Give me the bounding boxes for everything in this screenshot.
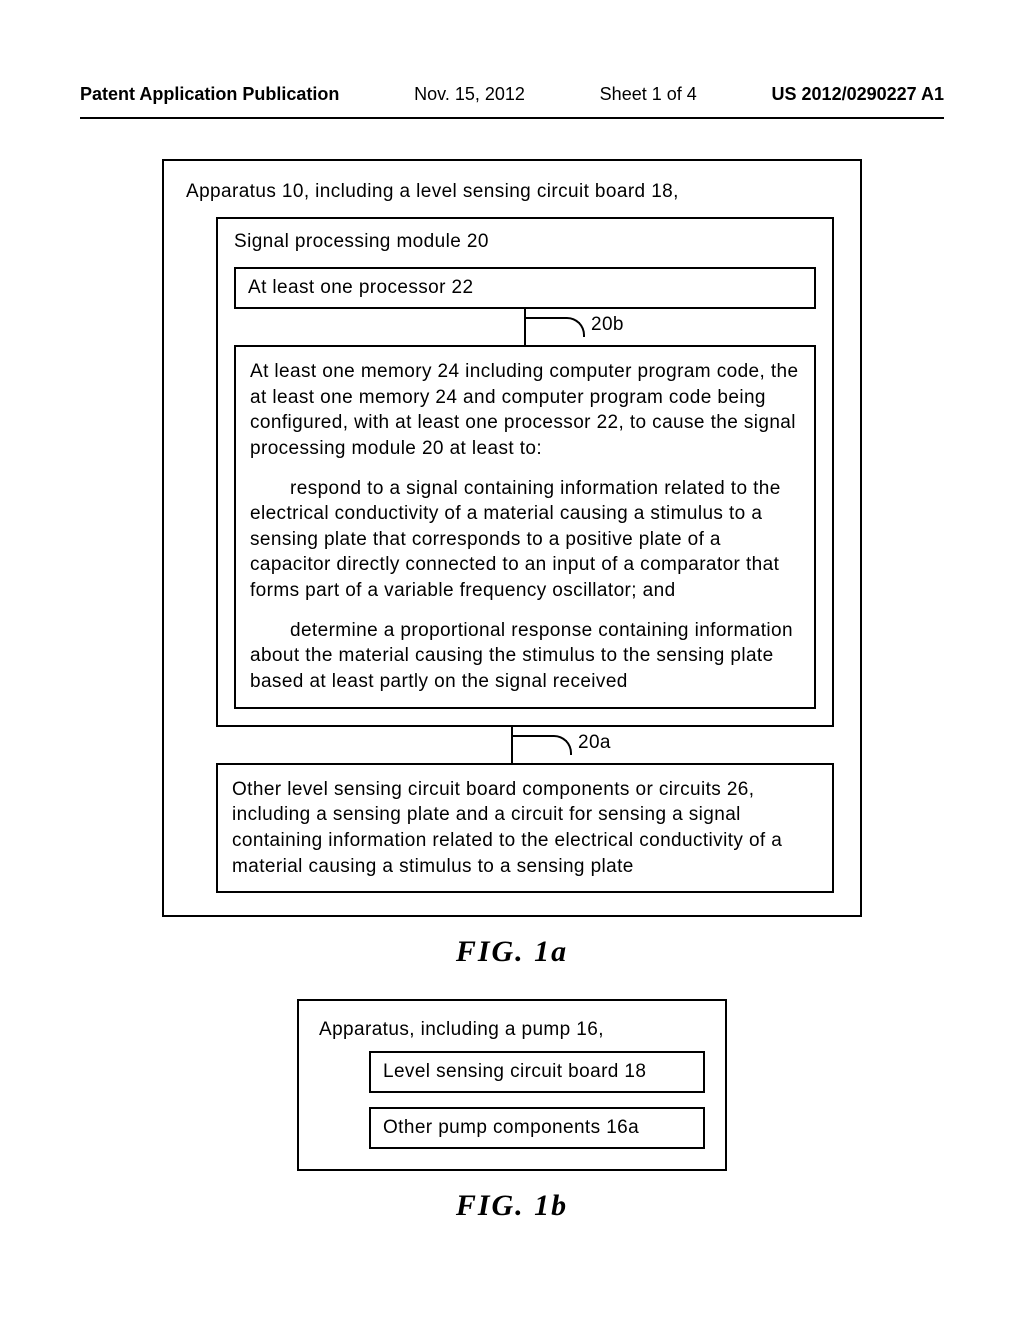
- level-sensing-board-18-box: Level sensing circuit board 18: [369, 1051, 705, 1093]
- connector-20a: 20a: [186, 727, 838, 763]
- header-rule: [80, 117, 944, 119]
- memory-para-3: determine a proportional response contai…: [250, 618, 800, 695]
- figure-1b: Apparatus, including a pump 16, Level se…: [297, 999, 727, 1223]
- signal-processing-module-title: Signal processing module 20: [234, 231, 816, 253]
- connector-20b: 20b: [234, 309, 816, 345]
- other-components-26-box: Other level sensing circuit board compon…: [216, 763, 834, 894]
- connector-20a-label: 20a: [578, 731, 611, 753]
- document-number: US 2012/0290227 A1: [772, 84, 944, 105]
- apparatus-10-title: Apparatus 10, including a level sensing …: [186, 181, 838, 203]
- memory-para-2: respond to a signal containing informati…: [250, 476, 800, 604]
- sheet-number: Sheet 1 of 4: [600, 84, 697, 105]
- processor-22-box: At least one processor 22: [234, 267, 816, 309]
- publication-date: Nov. 15, 2012: [414, 84, 525, 105]
- signal-processing-module-box: Signal processing module 20 At least one…: [216, 217, 834, 727]
- connector-20b-label: 20b: [591, 314, 624, 336]
- memory-para-1: At least one memory 24 including compute…: [250, 359, 800, 462]
- memory-24-box: At least one memory 24 including compute…: [234, 345, 816, 709]
- connector-curve-icon: [512, 735, 572, 755]
- figure-1b-caption: FIG. 1b: [297, 1189, 727, 1223]
- other-pump-components-16a-box: Other pump components 16a: [369, 1107, 705, 1149]
- publication-label: Patent Application Publication: [80, 84, 339, 105]
- connector-curve-icon: [525, 317, 585, 337]
- page-header: Patent Application Publication Nov. 15, …: [0, 0, 1024, 115]
- apparatus-pump-16-box: Apparatus, including a pump 16, Level se…: [297, 999, 727, 1171]
- figure-1a: Apparatus 10, including a level sensing …: [162, 159, 862, 969]
- apparatus-10-box: Apparatus 10, including a level sensing …: [162, 159, 862, 917]
- figure-1a-caption: FIG. 1a: [162, 935, 862, 969]
- apparatus-pump-16-title: Apparatus, including a pump 16,: [319, 1019, 705, 1041]
